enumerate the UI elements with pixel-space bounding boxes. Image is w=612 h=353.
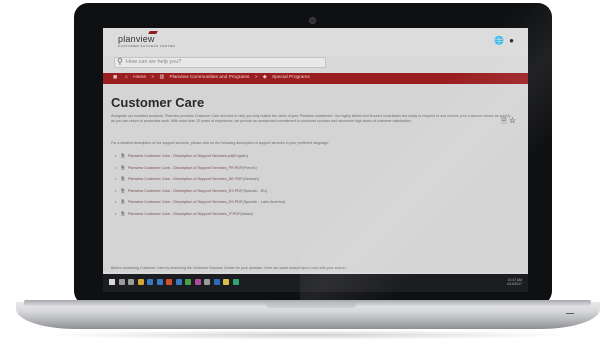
- document-language: (Italian): [240, 211, 253, 216]
- pdf-icon: 🗎: [121, 164, 125, 170]
- settings-icon[interactable]: [204, 279, 210, 285]
- document-language: (English): [232, 154, 248, 158]
- windows-taskbar: 10:47 AM 4/13/2017: [103, 274, 528, 292]
- breadcrumb-special-programs[interactable]: Special Programs: [272, 75, 310, 80]
- breadcrumb-home[interactable]: Home: [133, 75, 146, 80]
- document-list: • 🗎 Planview Customer Care - Description o…: [115, 152, 285, 221]
- header-icons: 🌐 ●: [491, 36, 514, 45]
- pdf-icon: 🗎: [121, 199, 125, 204]
- document-language: (Spanish - EU): [242, 188, 268, 193]
- list-item: • 🗎 Planview Customer Care - Description o…: [115, 176, 259, 181]
- list-intro: For a detailed description of our suppor…: [111, 141, 329, 145]
- task-view-icon[interactable]: [128, 279, 134, 285]
- chrome-icon[interactable]: [185, 279, 191, 285]
- document-language: (French): [242, 165, 257, 170]
- taskbar-clock[interactable]: 10:47 AM 4/13/2017: [507, 278, 522, 286]
- puzzle-icon: ◆: [262, 75, 267, 80]
- document-link[interactable]: Planview Customer Care - Description of …: [128, 154, 233, 158]
- laptop-notch: [265, 302, 357, 308]
- edge-icon[interactable]: [175, 279, 182, 285]
- books-icon: ▥: [159, 75, 165, 80]
- intro-paragraph: Alongside our excellent products, Planvi…: [111, 114, 511, 124]
- home-icon: ⌂: [125, 75, 128, 80]
- store-icon[interactable]: [147, 279, 153, 285]
- list-item: • 🗎 Planview Customer Care - Description o…: [115, 199, 286, 204]
- document-link[interactable]: Planview Customer Care - Description of …: [128, 166, 242, 170]
- search-placeholder: How can we help you?: [126, 59, 182, 65]
- briefcase-icon: ■: [113, 74, 118, 81]
- brand-logo[interactable]: planview: [118, 34, 155, 44]
- photos-icon[interactable]: [194, 279, 201, 285]
- list-item: • 🗎 Planview Customer Care - Description o…: [115, 187, 268, 193]
- breadcrumb: ■ ⌂ Home > ▥ Planview Communities and Pr…: [103, 73, 528, 84]
- app-icon[interactable]: [232, 279, 239, 285]
- media-icon[interactable]: [223, 279, 229, 285]
- document-link[interactable]: Planview Customer Care - Description of …: [128, 189, 242, 193]
- mail-icon[interactable]: [156, 279, 163, 285]
- logo-mark-icon: [148, 31, 158, 34]
- status-light: [566, 313, 574, 314]
- breadcrumb-separator: >: [151, 75, 155, 80]
- document-language: (Spanish - Latin America): [242, 200, 286, 204]
- document-link[interactable]: Planview Customer Care - Description of …: [128, 200, 242, 204]
- clock-date: 4/13/2017: [506, 282, 522, 287]
- windows-icon[interactable]: [109, 279, 115, 285]
- breadcrumb-separator: >: [254, 75, 258, 80]
- search-input[interactable]: ⚲ How can we help you?: [114, 57, 326, 68]
- document-link[interactable]: Planview Customer Care - Description of …: [128, 212, 240, 216]
- search-icon[interactable]: [118, 279, 125, 285]
- explorer-icon[interactable]: [137, 279, 144, 285]
- page-title: Customer Care: [111, 95, 205, 110]
- pdf-icon: 🗎: [121, 153, 125, 158]
- site-header: planview CUSTOMER SUCCESS CENTER 🌐 ●: [103, 28, 528, 56]
- webcam: [310, 18, 315, 23]
- list-item: • 🗎 Planview Customer Care - Description o…: [115, 164, 257, 170]
- search-icon: ⚲: [117, 57, 123, 66]
- pdf-icon: 🗎: [121, 187, 125, 193]
- pdf-icon: 🗎: [121, 176, 125, 181]
- document-link[interactable]: Planview Customer Care - Description of …: [128, 177, 243, 181]
- document-language: (German): [242, 177, 259, 181]
- list-item: • 🗎 Planview Customer Care - Description o…: [115, 210, 253, 216]
- user-icon[interactable]: ●: [509, 36, 514, 45]
- outlook-icon[interactable]: [213, 279, 220, 285]
- pdf-icon: 🗎: [121, 210, 125, 216]
- laptop-shadow: [40, 330, 575, 340]
- list-item: • 🗎 Planview Customer Care - Description o…: [115, 153, 248, 158]
- search-tips-text: Before contacting Customer Care by searc…: [111, 266, 347, 270]
- office-icon[interactable]: [166, 279, 172, 285]
- globe-icon[interactable]: 🌐: [494, 36, 504, 45]
- laptop-screen: planview CUSTOMER SUCCESS CENTER 🌐 ● ⚲ H…: [103, 28, 528, 292]
- breadcrumb-communities[interactable]: Planview Communities and Programs: [169, 75, 249, 80]
- brand-tagline: CUSTOMER SUCCESS CENTER: [118, 44, 176, 48]
